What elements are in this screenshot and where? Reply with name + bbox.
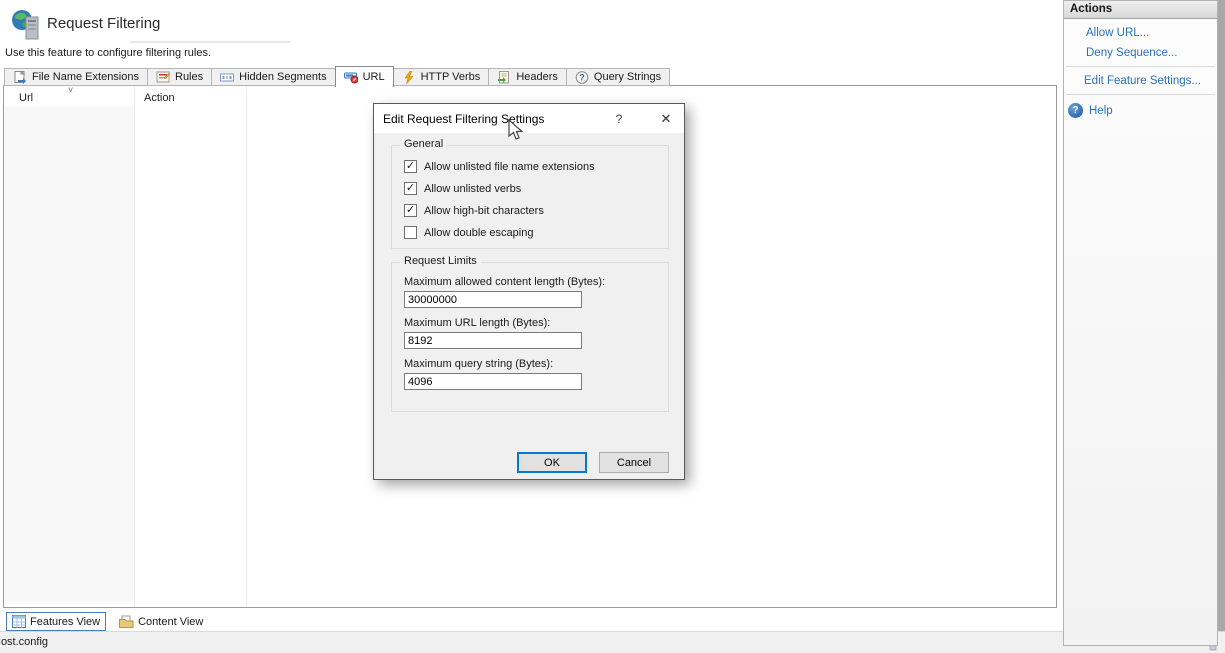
checkbox-label: Allow high-bit characters [424,205,544,217]
svg-text:?: ? [579,72,585,82]
help-icon: ? [1068,103,1083,118]
actions-separator [1066,66,1215,67]
edit-feature-settings-link[interactable]: Edit Feature Settings... [1084,75,1217,87]
help-link: Help [1089,105,1113,117]
headers-icon [497,71,511,84]
checkbox-row: ✓ Allow unlisted file name extensions [404,160,595,173]
url-column-highlight [5,106,134,601]
allow-high-bit-characters-checkbox[interactable]: ✓ [404,204,417,217]
query-strings-icon: ? [575,71,589,84]
tab-rules[interactable]: Rules [147,68,212,86]
actions-separator [1066,94,1215,95]
tab-http-verbs[interactable]: HTTP Verbs [393,68,490,86]
tab-label: HTTP Verbs [421,71,481,83]
help-action[interactable]: ? Help [1068,103,1217,118]
allow-url-link[interactable]: Allow URL... [1086,27,1217,39]
request-limits-groupbox-label: Request Limits [400,255,481,267]
tab-file-name-extensions[interactable]: File Name Extensions [4,68,148,86]
divider [130,41,290,43]
content-view-label: Content View [138,616,203,628]
ok-button[interactable]: OK [517,452,587,473]
checkbox-row: Allow double escaping [404,226,533,239]
status-config-path: Host.config [0,636,48,648]
column-divider [246,86,247,607]
tab-label: File Name Extensions [32,71,139,83]
column-divider [134,86,135,607]
filter-tabs: File Name Extensions Rules Hidden Segmen… [5,66,670,87]
page-title: Request Filtering [47,15,160,32]
edit-request-filtering-settings-dialog: Edit Request Filtering Settings ? ✕ Gene… [373,103,685,480]
rules-icon [156,71,170,84]
url-icon [344,71,358,84]
status-bar: Host.config [0,631,1225,653]
checkbox-label: Allow double escaping [424,227,533,239]
http-verbs-icon [402,71,416,84]
actions-panel: Actions Allow URL... Deny Sequence... Ed… [1063,0,1218,646]
page-subtitle: Use this feature to configure filtering … [5,47,211,59]
max-content-length-label: Maximum allowed content length (Bytes): [404,276,605,288]
max-query-string-label: Maximum query string (Bytes): [404,358,553,370]
tab-label: Hidden Segments [239,71,326,83]
actions-panel-title: Actions [1064,1,1217,19]
dialog-titlebar[interactable]: Edit Request Filtering Settings ? ✕ [374,104,684,133]
checkbox-label: Allow unlisted file name extensions [424,161,595,173]
file-name-extensions-icon [13,71,27,84]
max-url-length-input[interactable] [404,332,582,349]
hidden-segments-icon [220,71,234,84]
allow-unlisted-extensions-checkbox[interactable]: ✓ [404,160,417,173]
dialog-close-icon[interactable]: ✕ [646,104,686,133]
tab-query-strings[interactable]: ? Query Strings [566,68,670,86]
tab-label: Headers [516,71,558,83]
request-limits-groupbox: Request Limits Maximum allowed content l… [391,262,669,412]
request-filtering-feature-icon [10,9,44,41]
deny-sequence-link[interactable]: Deny Sequence... [1086,47,1217,59]
view-switcher: Features View Content View [6,612,208,631]
tab-headers[interactable]: Headers [488,68,567,86]
checkbox-row: ✓ Allow unlisted verbs [404,182,521,195]
cancel-button[interactable]: Cancel [599,452,669,473]
checkbox-label: Allow unlisted verbs [424,183,521,195]
features-view-tab[interactable]: Features View [6,612,106,631]
tab-label: Rules [175,71,203,83]
tab-hidden-segments[interactable]: Hidden Segments [211,68,335,86]
column-header-url[interactable]: Url [19,92,33,104]
checkbox-row: ✓ Allow high-bit characters [404,204,544,217]
max-content-length-input[interactable] [404,291,582,308]
general-groupbox: General ✓ Allow unlisted file name exten… [391,145,669,249]
window-edge [1218,0,1225,631]
content-view-tab[interactable]: Content View [114,613,208,630]
tab-label: URL [363,71,385,83]
content-view-icon [119,615,134,628]
general-groupbox-label: General [400,138,447,150]
tab-url[interactable]: URL [335,66,394,87]
features-view-icon [12,615,26,628]
features-view-label: Features View [30,616,100,628]
dialog-help-button[interactable]: ? [604,104,634,133]
allow-unlisted-verbs-checkbox[interactable]: ✓ [404,182,417,195]
mouse-cursor [508,119,525,143]
max-url-length-label: Maximum URL length (Bytes): [404,317,550,329]
column-header-action[interactable]: Action [144,92,175,104]
max-query-string-input[interactable] [404,373,582,390]
allow-double-escaping-checkbox[interactable] [404,226,417,239]
tab-label: Query Strings [594,71,661,83]
